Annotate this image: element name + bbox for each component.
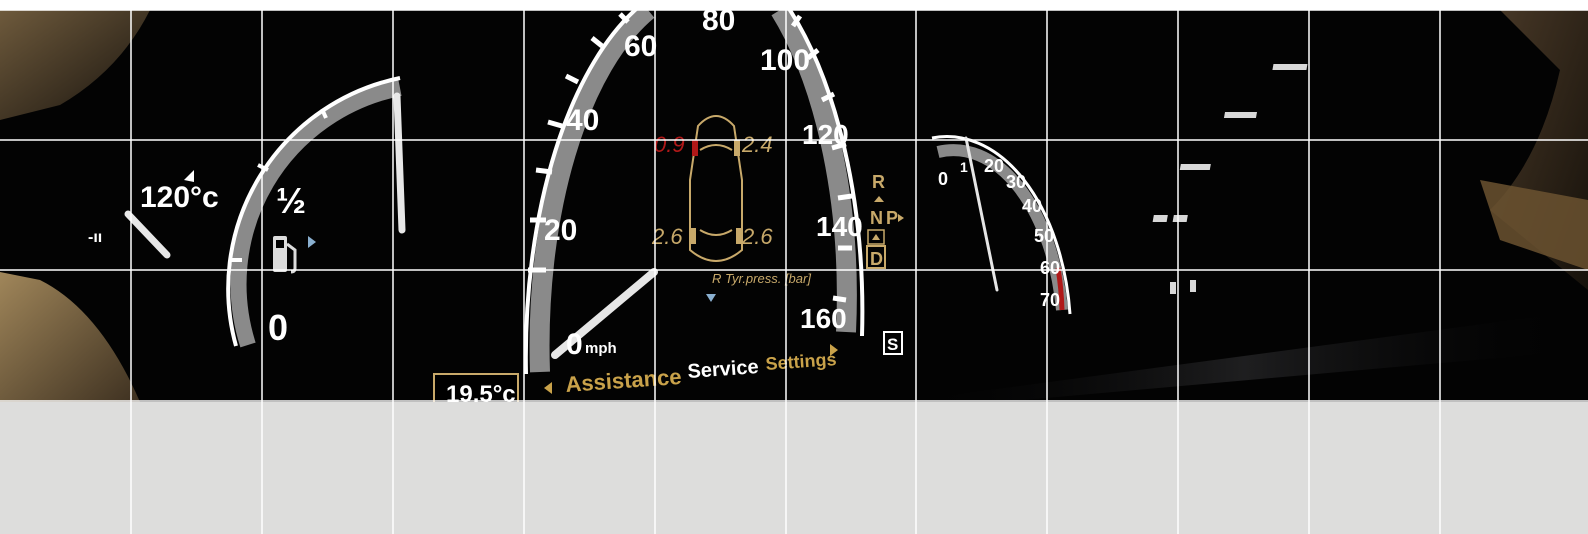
fuel-empty-label: 0 xyxy=(268,307,288,348)
speed-label-0: 0 xyxy=(566,328,583,361)
rpm-label-70: 70 xyxy=(1040,290,1060,310)
tyre-pressure-caption: R Tyr.press. [bar] xyxy=(712,271,811,286)
speed-label-80: 80 xyxy=(702,10,735,37)
rpm-label-0: 0 xyxy=(938,169,948,189)
rpm-label-1: 1 xyxy=(960,159,968,175)
fuel-half-label: ½ xyxy=(276,180,306,221)
instrument-cluster-photo: 120°c -ıı ½ 0 20 40 60 80 100 120 140 16… xyxy=(0,10,1588,402)
rpm-label-40: 40 xyxy=(1022,196,1042,216)
speed-label-20: 20 xyxy=(544,214,577,247)
tyre-rear-left: 2.6 xyxy=(651,224,683,249)
temp-low-label: -ıı xyxy=(88,229,102,246)
speed-label-100: 100 xyxy=(760,44,810,77)
speed-label-40: 40 xyxy=(566,104,599,137)
rpm-label-20: 20 xyxy=(984,156,1004,176)
image-stage: 120°c -ıı ½ 0 20 40 60 80 100 120 140 16… xyxy=(0,0,1588,534)
gear-n: N xyxy=(870,208,883,228)
gear-p: P xyxy=(886,208,898,228)
speed-label-140: 140 xyxy=(816,211,863,242)
speed-unit-label: mph xyxy=(585,340,617,357)
lower-grey-panel xyxy=(0,402,1588,534)
tyre-front-right: 2.4 xyxy=(741,132,773,157)
speed-label-160: 160 xyxy=(800,303,847,334)
outside-temp-label: 19.5°c xyxy=(446,381,516,402)
speed-label-60: 60 xyxy=(624,30,657,63)
tyre-front-left: 0.9 xyxy=(654,132,685,157)
rpm-label-50: 50 xyxy=(1034,226,1054,246)
gear-s: S xyxy=(887,335,898,354)
speed-label-120: 120 xyxy=(802,119,849,150)
gear-r: R xyxy=(872,172,885,192)
temp-high-label: 120°c xyxy=(140,181,219,214)
rpm-label-60: 60 xyxy=(1040,258,1060,278)
gear-d: D xyxy=(870,249,883,269)
rpm-label-30: 30 xyxy=(1006,172,1026,192)
fuel-needle xyxy=(393,92,406,234)
tyre-rear-right: 2.6 xyxy=(741,224,773,249)
